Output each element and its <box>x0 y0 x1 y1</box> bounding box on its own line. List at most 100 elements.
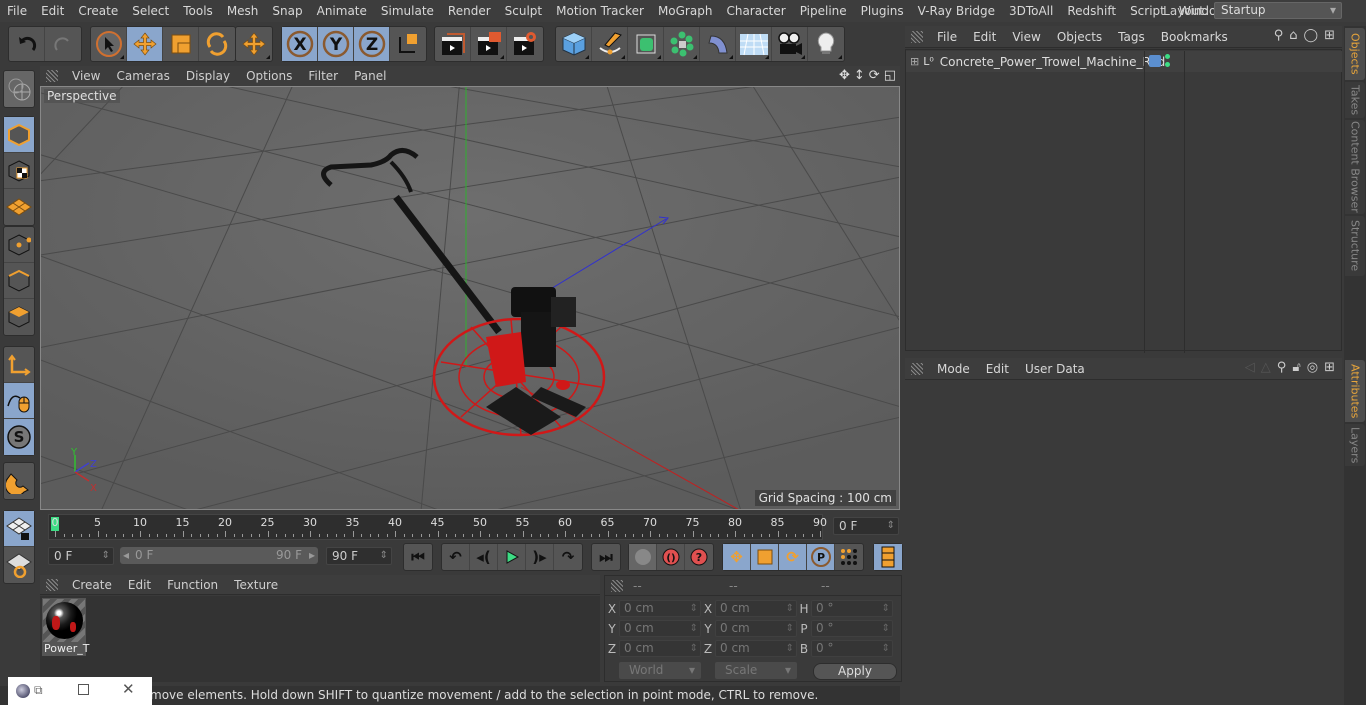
render-view-button[interactable] <box>435 27 471 61</box>
texture-mode-button[interactable] <box>4 153 34 189</box>
solo-workplane-button[interactable] <box>4 547 34 583</box>
viewport-menu-filter[interactable]: Filter <box>300 69 346 83</box>
material-menu-edit[interactable]: Edit <box>120 578 159 592</box>
menu-mesh[interactable]: Mesh <box>220 0 266 22</box>
camera-button[interactable] <box>772 27 808 61</box>
move-tool-button[interactable] <box>127 27 163 61</box>
tab-content-browser[interactable]: Content Browser <box>1345 120 1365 214</box>
keyframe-selection-button[interactable]: ? <box>685 544 713 570</box>
pos-z-field[interactable]: 0 cm <box>619 640 701 657</box>
search-icon[interactable]: ⚲ <box>1274 28 1284 43</box>
objects-menu-tags[interactable]: Tags <box>1110 30 1153 44</box>
menu-character[interactable]: Character <box>719 0 792 22</box>
panel-grip[interactable] <box>611 579 623 592</box>
maximize-icon[interactable] <box>78 684 89 695</box>
objects-menu-view[interactable]: View <box>1004 30 1048 44</box>
menu-animate[interactable]: Animate <box>310 0 374 22</box>
menu-select[interactable]: Select <box>125 0 176 22</box>
workplane-mode-button[interactable] <box>4 189 34 225</box>
new-panel-icon[interactable]: ⊞ <box>1324 360 1335 375</box>
menu-plugins[interactable]: Plugins <box>854 0 911 22</box>
object-row[interactable]: ⊞ L⁰ Concrete_Power_Trowel_Machine_Red <box>906 51 1342 353</box>
x-axis-button[interactable]: X <box>282 27 318 61</box>
start-frame-field[interactable]: 0 F <box>48 547 114 565</box>
render-visibility-dot[interactable] <box>1165 62 1170 67</box>
menu-render[interactable]: Render <box>441 0 498 22</box>
rot-h-field[interactable]: 0 ° <box>811 600 893 617</box>
magnet-button[interactable] <box>4 463 34 499</box>
pos-x-field[interactable]: 0 cm <box>619 600 701 617</box>
autokey-button[interactable]: () <box>657 544 685 570</box>
viewport-menu-cameras[interactable]: Cameras <box>108 69 177 83</box>
eye-icon[interactable]: ◯ <box>1304 28 1319 43</box>
objects-menu-edit[interactable]: Edit <box>965 30 1004 44</box>
key-scale-button[interactable] <box>751 544 779 570</box>
menu-mograph[interactable]: MoGraph <box>651 0 720 22</box>
material-menu-create[interactable]: Create <box>64 578 120 592</box>
menu-snap[interactable]: Snap <box>265 0 309 22</box>
size-x-field[interactable]: 0 cm <box>715 600 797 617</box>
new-panel-icon[interactable]: ⊞ <box>1324 28 1335 43</box>
menu-3dtoall[interactable]: 3DToAll <box>1002 0 1060 22</box>
render-settings-button[interactable] <box>507 27 543 61</box>
menu-motion-tracker[interactable]: Motion Tracker <box>549 0 651 22</box>
live-selection-button[interactable] <box>91 27 127 61</box>
material-swatch[interactable]: Power_T <box>42 598 89 656</box>
z-axis-button[interactable]: Z <box>354 27 390 61</box>
subdivision-surface-button[interactable] <box>628 27 664 61</box>
panel-grip[interactable] <box>911 30 923 43</box>
menu-tools[interactable]: Tools <box>176 0 220 22</box>
material-menu-texture[interactable]: Texture <box>226 578 286 592</box>
orbit-view-icon[interactable]: ⟳ <box>869 68 880 83</box>
prev-frame-button[interactable]: ◂( <box>470 544 498 570</box>
edges-mode-button[interactable] <box>4 263 34 299</box>
size-mode-dropdown[interactable]: Scale <box>715 662 797 679</box>
maximize-view-icon[interactable]: ◱ <box>884 68 896 83</box>
object-name[interactable]: Concrete_Power_Trowel_Machine_Red <box>940 55 1166 69</box>
key-position-button[interactable]: ✥ <box>723 544 751 570</box>
menu-pipeline[interactable]: Pipeline <box>793 0 854 22</box>
3d-viewport[interactable]: Y Z X Perspective Grid Spacing : 100 cm <box>40 86 900 510</box>
record-keys-button[interactable] <box>629 544 657 570</box>
prev-keyframe-button[interactable]: ↶ <box>442 544 470 570</box>
menu-redshift[interactable]: Redshift <box>1060 0 1123 22</box>
home-icon[interactable]: ⌂ <box>1289 28 1297 43</box>
goto-start-button[interactable]: ⏮ <box>404 544 432 570</box>
y-axis-button[interactable]: Y <box>318 27 354 61</box>
menu-simulate[interactable]: Simulate <box>374 0 441 22</box>
rotate-tool-button[interactable] <box>199 27 235 61</box>
material-menu-function[interactable]: Function <box>159 578 226 592</box>
light-button[interactable] <box>808 27 844 61</box>
polygons-mode-button[interactable] <box>4 299 34 335</box>
panel-grip[interactable] <box>46 70 58 82</box>
model-mode-button[interactable] <box>4 117 34 153</box>
rot-b-field[interactable]: 0 ° <box>811 640 893 657</box>
rot-p-field[interactable]: 0 ° <box>811 620 893 637</box>
pos-y-field[interactable]: 0 cm <box>619 620 701 637</box>
menu-file[interactable]: File <box>0 0 34 22</box>
tab-layers[interactable]: Layers <box>1345 424 1365 466</box>
viewport-menu-display[interactable]: Display <box>178 69 238 83</box>
current-frame-field[interactable]: 0 F <box>833 517 899 535</box>
size-z-field[interactable]: 0 cm <box>715 640 797 657</box>
tab-attributes[interactable]: Attributes <box>1345 360 1365 422</box>
menu-vray-bridge[interactable]: V-Ray Bridge <box>911 0 1002 22</box>
snapping-button[interactable]: S <box>4 419 34 455</box>
points-mode-button[interactable] <box>4 227 34 263</box>
restore-icon[interactable]: ⧉ <box>34 683 43 698</box>
tab-structure[interactable]: Structure <box>1345 216 1365 276</box>
attributes-menu-mode[interactable]: Mode <box>929 362 978 376</box>
lock-icon[interactable]: 🔓︎ <box>1292 360 1300 375</box>
end-frame-field[interactable]: 90 F <box>326 547 392 565</box>
play-button[interactable] <box>498 544 526 570</box>
viewport-menu-view[interactable]: View <box>64 69 108 83</box>
bend-deformer-button[interactable] <box>700 27 736 61</box>
undo-button[interactable] <box>9 27 45 61</box>
menu-edit[interactable]: Edit <box>34 0 71 22</box>
key-point-level-button[interactable] <box>835 544 863 570</box>
floor-button[interactable] <box>736 27 772 61</box>
scale-tool-button[interactable] <box>163 27 199 61</box>
lock-workplane-button[interactable] <box>4 511 34 547</box>
key-rotation-button[interactable]: ⟳ <box>779 544 807 570</box>
tweak-mode-button[interactable] <box>4 383 34 419</box>
